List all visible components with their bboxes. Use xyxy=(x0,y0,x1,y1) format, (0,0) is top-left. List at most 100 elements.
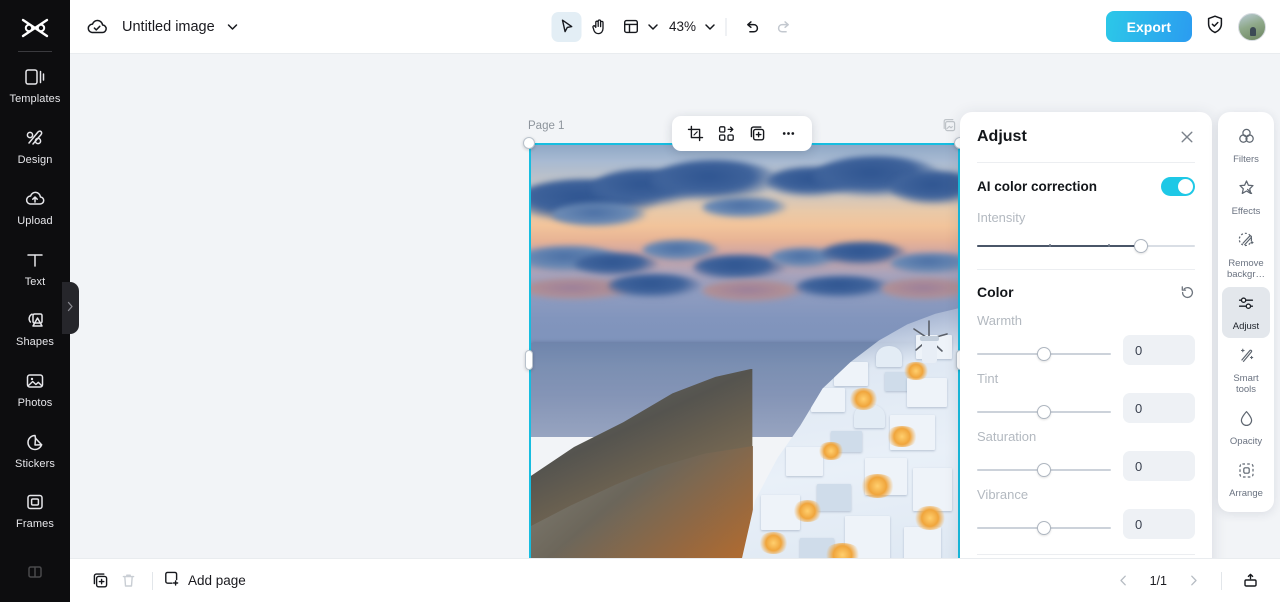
undo-button[interactable] xyxy=(737,12,767,42)
sidebar-item-shapes[interactable]: Shapes xyxy=(0,298,70,359)
chevron-right-icon xyxy=(67,299,74,317)
close-icon[interactable] xyxy=(1179,129,1195,145)
sidebar-collapse-button[interactable] xyxy=(62,282,79,334)
rail-item-label: Arrange xyxy=(1229,488,1263,499)
santorini-sunset-photo[interactable] xyxy=(531,145,958,558)
sidebar-item-label: Shapes xyxy=(16,336,54,349)
slider-thumb[interactable] xyxy=(1037,405,1051,419)
bottombar-divider xyxy=(1221,571,1222,590)
slider-thumb[interactable] xyxy=(1037,463,1051,477)
rail-item-adjust[interactable]: Adjust xyxy=(1222,287,1270,338)
transform-button[interactable] xyxy=(714,121,739,146)
rail-item-remove-background[interactable]: Remove backgr… xyxy=(1222,224,1270,286)
zoom-level-value[interactable]: 43% xyxy=(663,19,703,34)
rail-item-label: Opacity xyxy=(1229,436,1263,447)
sidebar-item-templates[interactable]: Templates xyxy=(0,56,70,117)
sidebar-item-label: Photos xyxy=(17,396,53,409)
vibrance-slider[interactable] xyxy=(977,520,1111,536)
canvas-area[interactable]: Page 1 Adjust AI color correction Intens… xyxy=(70,54,1280,558)
warmth-slider[interactable] xyxy=(977,346,1111,362)
select-tool-button[interactable] xyxy=(551,11,582,42)
ai-color-correction-label: AI color correction xyxy=(977,179,1098,194)
adjust-panel-header: Adjust xyxy=(960,112,1212,162)
duplicate-button[interactable] xyxy=(745,121,770,146)
opacity-drop-icon xyxy=(1237,409,1256,433)
zoom-chevron-down-icon[interactable] xyxy=(705,23,716,31)
add-page-button[interactable]: Add page xyxy=(163,570,246,592)
document-title[interactable]: Untitled image xyxy=(122,19,215,35)
sidebar-item-frames[interactable]: Frames xyxy=(0,481,70,542)
slider-thumb[interactable] xyxy=(1037,347,1051,361)
sidebar-item-text[interactable]: Text xyxy=(0,238,70,299)
more-options-button[interactable] xyxy=(776,121,801,146)
saturation-value-input[interactable]: 0 xyxy=(1123,451,1195,481)
rail-item-label: Smart tools xyxy=(1233,373,1259,395)
vibrance-label: Vibrance xyxy=(977,487,1029,502)
page-label: Page 1 xyxy=(528,120,565,132)
user-avatar[interactable] xyxy=(1238,12,1266,41)
intensity-slider[interactable] xyxy=(977,238,1195,254)
top-toolbar: Untitled image 43% Export xyxy=(70,0,1280,54)
filters-icon xyxy=(1237,127,1256,151)
delete-page-button[interactable] xyxy=(114,567,142,595)
saturation-slider[interactable] xyxy=(977,462,1111,478)
rail-item-label: Filters xyxy=(1233,154,1259,165)
page-indicator: 1/1 xyxy=(1149,573,1167,588)
sidebar-item-photos[interactable]: Photos xyxy=(0,359,70,420)
layout-tool-button[interactable] xyxy=(616,12,646,42)
sidebar-item-upload[interactable]: Upload xyxy=(0,177,70,238)
add-page-icon xyxy=(163,570,180,592)
image-selection-box[interactable] xyxy=(529,143,960,558)
rail-item-opacity[interactable]: Opacity xyxy=(1222,402,1270,453)
color-section-title: Color xyxy=(977,284,1014,300)
capcut-logo-icon[interactable] xyxy=(20,12,50,45)
image-float-toolbar xyxy=(672,116,812,151)
rail-item-effects[interactable]: Effects xyxy=(1222,172,1270,223)
tint-value-input[interactable]: 0 xyxy=(1123,393,1195,423)
rail-item-label: Effects xyxy=(1231,206,1261,217)
resize-handle-top-left[interactable] xyxy=(523,137,535,149)
tint-slider[interactable] xyxy=(977,404,1111,420)
duplicate-page-button[interactable] xyxy=(86,567,114,595)
rail-item-filters[interactable]: Filters xyxy=(1222,120,1270,171)
reset-icon[interactable] xyxy=(1180,285,1195,300)
sidebar-item-label: Frames xyxy=(16,518,54,531)
smart-tools-wand-icon xyxy=(1237,346,1256,370)
chevron-down-icon[interactable] xyxy=(227,23,238,31)
ai-color-correction-toggle[interactable] xyxy=(1161,177,1195,196)
redo-button[interactable] xyxy=(769,12,799,42)
sidebar-item-label: Text xyxy=(24,275,46,288)
effects-star-icon xyxy=(1237,179,1256,203)
warmth-value-input[interactable]: 0 xyxy=(1123,335,1195,365)
layout-chevron-down-icon[interactable] xyxy=(648,23,659,31)
previous-page-button[interactable] xyxy=(1110,567,1138,595)
adjust-panel-body: AI color correction Intensity Color Warm… xyxy=(960,162,1212,558)
resize-handle-left[interactable] xyxy=(525,350,533,370)
export-panel-button[interactable] xyxy=(1236,567,1264,595)
vibrance-value-input[interactable]: 0 xyxy=(1123,509,1195,539)
sidebar-item-label: Upload xyxy=(17,214,53,227)
sidebar-item-more[interactable] xyxy=(0,541,70,602)
shield-check-icon[interactable] xyxy=(1205,14,1225,40)
slider-thumb[interactable] xyxy=(1133,239,1148,253)
sidebar-item-design[interactable]: Design xyxy=(0,116,70,177)
design-icon xyxy=(24,127,46,149)
slider-thumb[interactable] xyxy=(1037,521,1051,535)
ai-color-correction-row: AI color correction xyxy=(977,177,1195,196)
sidebar-item-stickers[interactable]: Stickers xyxy=(0,420,70,481)
shapes-icon xyxy=(24,309,46,331)
crop-button[interactable] xyxy=(683,121,708,146)
more-panels-icon xyxy=(24,561,46,583)
rail-item-arrange[interactable]: Arrange xyxy=(1222,454,1270,505)
text-icon xyxy=(24,249,46,271)
export-button[interactable]: Export xyxy=(1105,11,1192,42)
capcut-editor-window: Templates Design Upload Text Shapes Phot… xyxy=(0,0,1280,602)
rail-item-smart-tools[interactable]: Smart tools xyxy=(1222,339,1270,401)
cloud-saved-icon[interactable] xyxy=(84,14,110,40)
vibrance-control: Vibrance 0 xyxy=(977,487,1195,539)
photo-windmill xyxy=(906,317,952,384)
layers-icon[interactable] xyxy=(942,118,957,138)
sidebar-item-label: Stickers xyxy=(15,457,55,470)
hand-tool-button[interactable] xyxy=(584,12,614,42)
next-page-button[interactable] xyxy=(1179,567,1207,595)
